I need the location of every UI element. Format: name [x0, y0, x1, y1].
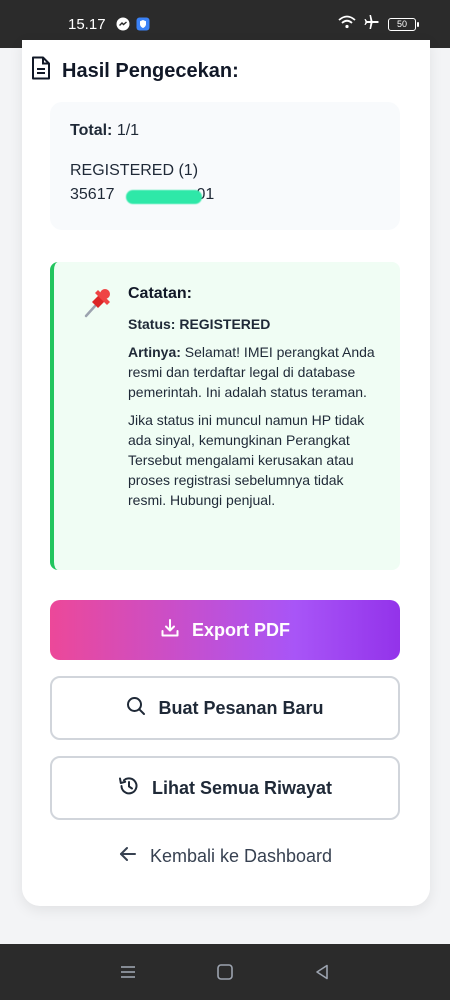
- total-label: Total:: [70, 122, 113, 139]
- messenger-icon: [116, 17, 130, 31]
- export-pdf-label: Export PDF: [191, 619, 290, 640]
- system-nav-bar: [0, 944, 450, 1000]
- pushpin-icon: [78, 282, 118, 322]
- export-pdf-button[interactable]: Export PDF: [50, 600, 400, 660]
- document-icon: [30, 56, 52, 86]
- view-history-button[interactable]: Lihat Semua Riwayat: [50, 756, 400, 820]
- redaction-mark: [126, 190, 202, 204]
- airplane-icon: [364, 14, 380, 34]
- note-box: Catatan: Status: REGISTERED Artinya: Sel…: [50, 262, 400, 570]
- meaning-label: Artinya:: [128, 344, 181, 360]
- imei-start: 35617: [70, 186, 115, 203]
- history-icon: [118, 775, 140, 802]
- shield-app-icon: [136, 17, 150, 31]
- note-title: Catatan:: [128, 285, 193, 302]
- download-icon: [160, 618, 180, 643]
- status-line: REGISTERED (1): [70, 162, 199, 179]
- total-value: 1/1: [116, 122, 140, 139]
- new-order-label: Buat Pesanan Baru: [158, 697, 324, 718]
- result-summary-box: Total: 1/1 REGISTERED (1) 35617 01: [50, 102, 400, 230]
- status-time: 15.17: [68, 15, 106, 33]
- new-order-button[interactable]: Buat Pesanan Baru: [50, 676, 400, 740]
- page-title: Hasil Pengecekan:: [62, 59, 239, 82]
- note-extra: Jika status ini muncul namun HP tidak ad…: [128, 412, 365, 508]
- recent-apps-icon[interactable]: [116, 960, 140, 984]
- battery-indicator: 50: [388, 17, 419, 31]
- note-status: Status: REGISTERED: [128, 316, 271, 332]
- note-meaning: Artinya: Selamat! IMEI perangkat Anda re…: [128, 342, 380, 402]
- back-to-dashboard-label: Kembali ke Dashboard: [149, 845, 333, 866]
- section-header: Hasil Pengecekan:: [30, 56, 239, 86]
- view-history-label: Lihat Semua Riwayat: [151, 777, 333, 798]
- search-icon: [126, 696, 146, 721]
- wifi-icon: [338, 15, 356, 33]
- total-line: Total: 1/1: [70, 122, 380, 140]
- back-nav-icon[interactable]: [310, 960, 334, 984]
- imei-line: 35617 01: [70, 186, 214, 204]
- arrow-left-icon: [118, 844, 138, 869]
- back-to-dashboard-link[interactable]: Kembali ke Dashboard: [50, 838, 400, 874]
- home-icon[interactable]: [213, 960, 237, 984]
